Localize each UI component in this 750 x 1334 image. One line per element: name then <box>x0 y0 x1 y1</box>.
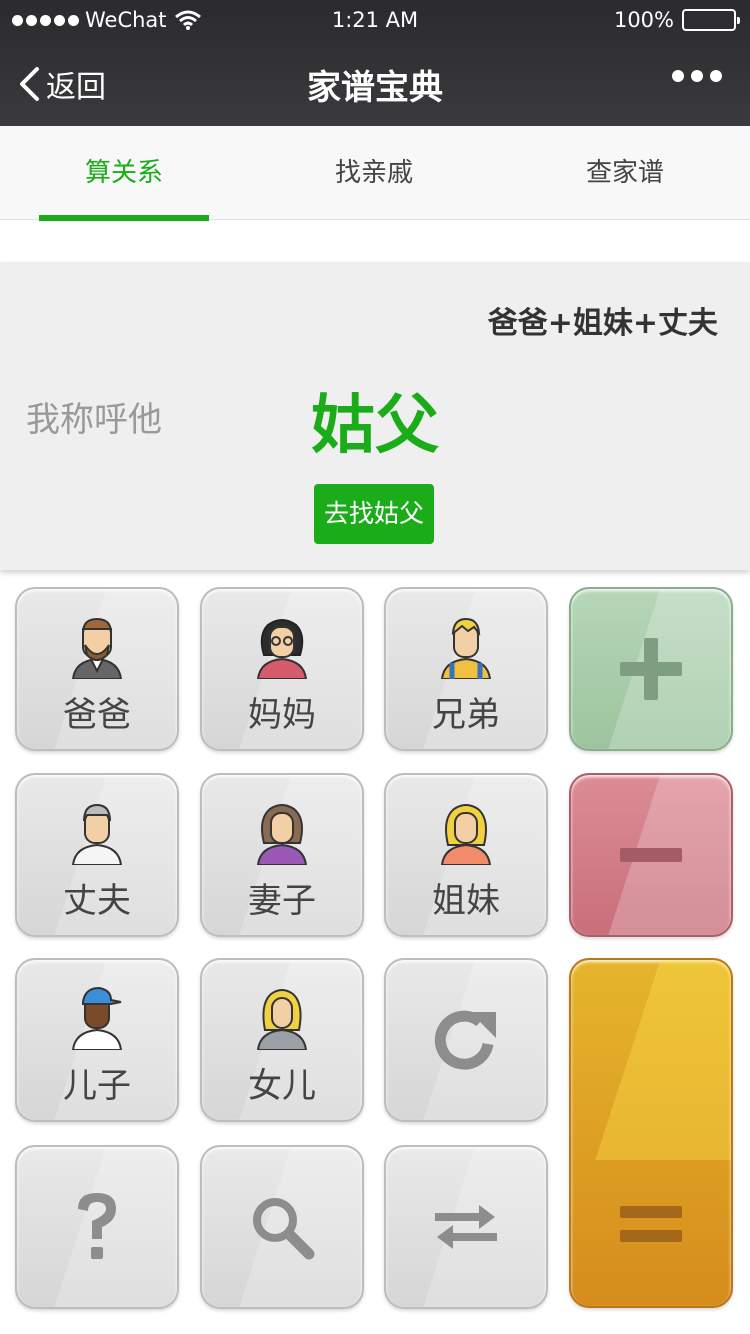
key-brother-label: 兄弟 <box>432 695 500 735</box>
key-brother[interactable]: 兄弟 <box>384 587 548 751</box>
key-husband[interactable]: 丈夫 <box>15 773 179 937</box>
key-wife[interactable]: 妻子 <box>200 773 364 937</box>
key-daughter-label: 女儿 <box>248 1066 316 1106</box>
search-icon <box>253 1198 315 1260</box>
relation-answer: 姑父 <box>311 389 439 463</box>
key-son[interactable]: 儿子 <box>15 958 179 1122</box>
more-dots-icon <box>672 70 722 82</box>
key-sister-label: 姐妹 <box>432 881 500 921</box>
father-avatar-icon <box>71 617 123 679</box>
sister-avatar-icon <box>440 804 492 865</box>
page-title: 家谱宝典 <box>307 68 443 108</box>
key-help[interactable] <box>15 1145 179 1309</box>
key-mother[interactable]: 妈妈 <box>200 587 364 751</box>
relation-formula: 爸爸+姐妹+丈夫 <box>487 306 718 341</box>
plus-icon <box>620 638 682 700</box>
question-icon <box>78 1193 116 1259</box>
brother-avatar-icon <box>440 617 492 679</box>
son-avatar-icon <box>71 986 123 1050</box>
tab-find-relatives[interactable]: 找亲戚 <box>289 126 459 220</box>
key-mother-label: 妈妈 <box>248 695 316 735</box>
wife-avatar-icon <box>256 804 308 865</box>
key-wife-label: 妻子 <box>248 881 316 921</box>
key-son-label: 儿子 <box>63 1066 131 1106</box>
equal-icon <box>620 1206 682 1242</box>
key-plus[interactable] <box>569 587 733 751</box>
key-husband-label: 丈夫 <box>63 881 131 921</box>
daughter-avatar-icon <box>256 989 308 1050</box>
result-panel: 爸爸+姐妹+丈夫 我称呼他 姑父 去找姑父 <box>0 262 750 570</box>
key-father[interactable]: 爸爸 <box>15 587 179 751</box>
key-equal[interactable] <box>569 958 733 1308</box>
find-relative-button[interactable]: 去找姑父 <box>314 484 434 544</box>
nav-bar: 返回 家谱宝典 <box>0 40 750 126</box>
status-bar: WeChat 1:21 AM 100% <box>0 0 750 40</box>
key-swap[interactable] <box>384 1145 548 1309</box>
more-button[interactable] <box>672 70 722 82</box>
redo-icon <box>434 1010 496 1070</box>
husband-avatar-icon <box>71 803 123 865</box>
key-minus[interactable] <box>569 773 733 937</box>
key-daughter[interactable]: 女儿 <box>200 958 364 1122</box>
tab-calc-relation[interactable]: 算关系 <box>39 126 209 221</box>
minus-icon <box>620 848 682 862</box>
battery-icon <box>682 9 740 31</box>
swap-icon <box>435 1205 497 1249</box>
key-father-label: 爸爸 <box>63 695 131 735</box>
key-search[interactable] <box>200 1145 364 1309</box>
battery-percent: 100% <box>613 8 674 32</box>
key-redo[interactable] <box>384 958 548 1122</box>
mother-avatar-icon <box>256 619 308 679</box>
key-sister[interactable]: 姐妹 <box>384 773 548 937</box>
top-bar: WeChat 1:21 AM 100% 返回 家谱宝典 <box>0 0 750 126</box>
tab-family-tree[interactable]: 查家谱 <box>540 126 710 220</box>
battery-info: 100% <box>613 8 740 32</box>
tab-bar: 算关系 找亲戚 查家谱 <box>0 126 750 221</box>
